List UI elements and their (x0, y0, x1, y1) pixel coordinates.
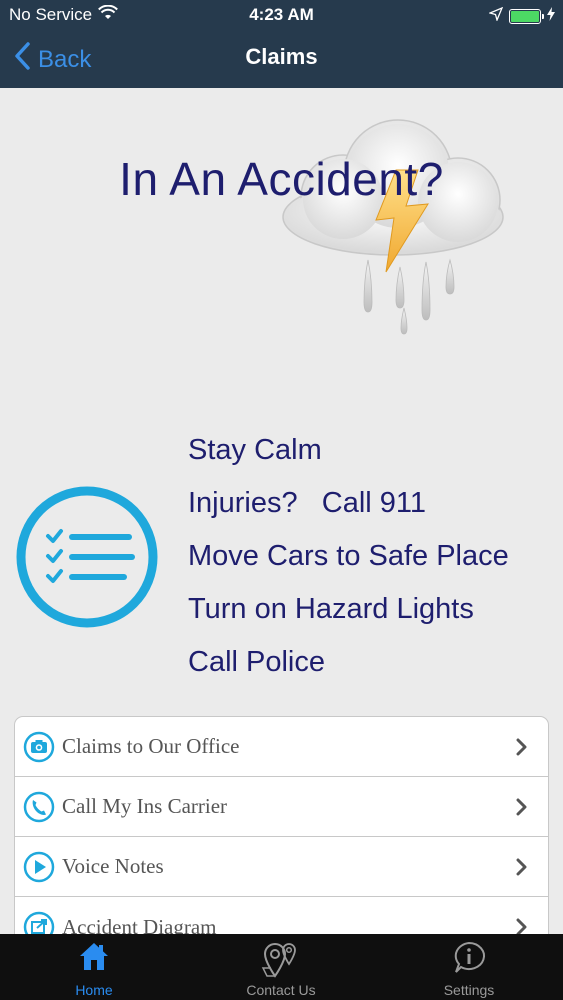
checklist-icon (14, 484, 160, 630)
tab-bar: Home Contact Us Settings (0, 934, 563, 1000)
step-item: Stay Calm (188, 434, 322, 466)
charging-bolt-icon (547, 6, 555, 26)
tab-label: Home (75, 982, 113, 998)
accident-heading: In An Accident? (119, 153, 444, 205)
menu-item-label: Claims to Our Office (62, 734, 240, 758)
menu-item-voice-notes[interactable]: Voice Notes (15, 837, 548, 897)
menu-item-label: Call My Ins Carrier (62, 794, 228, 818)
claims-menu: Claims to Our Office Call My Ins Carrier… (14, 716, 549, 958)
battery-fill (511, 10, 539, 22)
status-time: 4:23 AM (249, 5, 314, 24)
storm-cloud-icon (268, 112, 518, 342)
menu-item-label: Voice Notes (62, 854, 164, 878)
tab-settings[interactable]: Settings (375, 934, 563, 1000)
chevron-right-icon (516, 798, 528, 821)
step-item: Injuries? Call 911 (188, 487, 427, 519)
map-pin-icon (261, 940, 301, 985)
tab-label: Contact Us (246, 982, 316, 998)
chevron-right-icon (516, 738, 528, 761)
info-icon (451, 940, 487, 981)
battery-icon (509, 8, 544, 24)
tab-contact-us[interactable]: Contact Us (187, 934, 375, 1000)
accident-steps-list: Stay Calm Injuries? Call 911 Move Cars t… (188, 428, 509, 693)
page-title: Claims (245, 44, 318, 69)
step-item: Move Cars to Safe Place (188, 540, 509, 572)
play-icon (23, 851, 55, 883)
camera-icon (23, 731, 55, 763)
menu-item-claims-to-office[interactable]: Claims to Our Office (15, 717, 548, 777)
menu-item-call-carrier[interactable]: Call My Ins Carrier (15, 777, 548, 837)
tab-label: Settings (443, 982, 495, 998)
location-arrow-icon (488, 6, 504, 26)
home-icon (78, 940, 110, 977)
navigation-bar: Back Claims (0, 30, 563, 88)
step-item: Call Police (188, 646, 325, 678)
phone-icon (23, 791, 55, 823)
status-bar: No Service 4:23 AM (0, 0, 563, 30)
step-item: Turn on Hazard Lights (188, 593, 474, 625)
chevron-right-icon (516, 858, 528, 881)
top-bar: No Service 4:23 AM Back Claims (0, 0, 563, 88)
tab-home[interactable]: Home (0, 934, 188, 1000)
